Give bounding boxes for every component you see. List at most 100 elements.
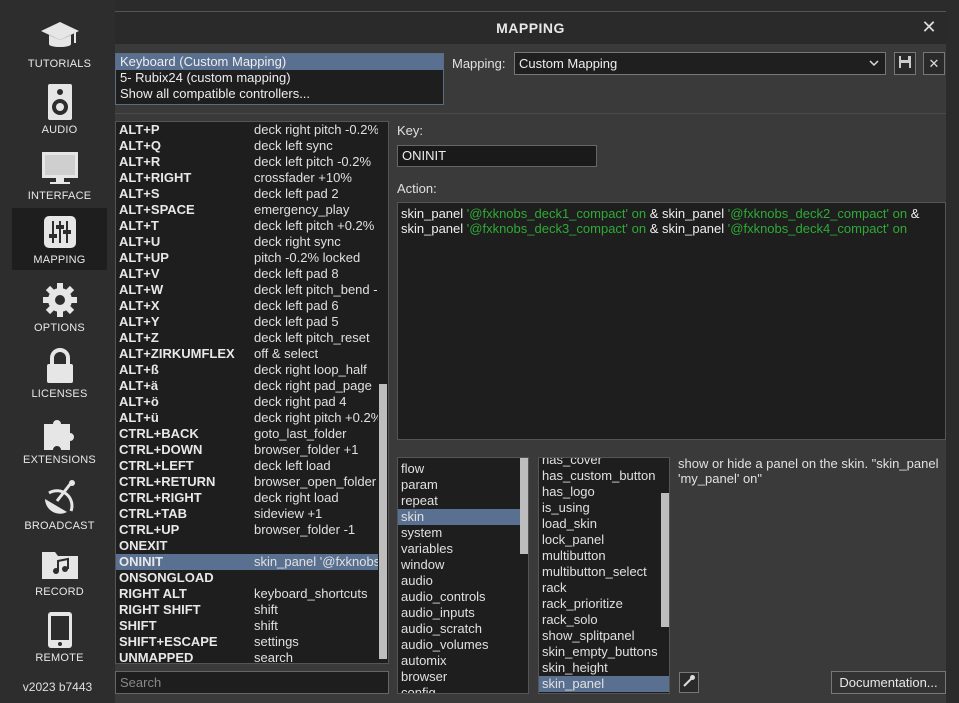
key-mapping-row[interactable]: CTRL+UP browser_folder -1: [116, 522, 388, 538]
action-editor[interactable]: skin_panel '@fxknobs_deck1_compact' on &…: [397, 202, 946, 440]
key-mapping-row[interactable]: ALT+U deck right sync: [116, 234, 388, 250]
key-mapping-row[interactable]: RIGHT SHIFT shift: [116, 602, 388, 618]
verb-item[interactable]: has_cover: [539, 458, 669, 468]
controller-item[interactable]: Show all compatible controllers...: [116, 86, 443, 102]
verb-item[interactable]: skin_height: [539, 660, 669, 676]
verb-item[interactable]: multibutton_select: [539, 564, 669, 580]
category-item[interactable]: audio_inputs: [398, 605, 528, 621]
close-button[interactable]: ✕: [920, 18, 938, 36]
sidebar-item-remote[interactable]: REMOTE: [12, 606, 107, 668]
sidebar-item-licenses[interactable]: LICENSES: [12, 342, 107, 404]
category-item[interactable]: window: [398, 557, 528, 573]
key-mapping-row[interactable]: ALT+ZIRKUMFLEX off & select: [116, 346, 388, 362]
sidebar-item-audio[interactable]: AUDIO: [12, 78, 107, 140]
key-mapping-row[interactable]: ALT+ö deck right pad 4: [116, 394, 388, 410]
category-item[interactable]: param: [398, 477, 528, 493]
key-field[interactable]: ONINIT: [397, 145, 597, 167]
controller-item[interactable]: Keyboard (Custom Mapping): [116, 54, 443, 70]
verb-item[interactable]: rack_prioritize: [539, 596, 669, 612]
key-mapping-row[interactable]: ONSONGLOAD: [116, 570, 388, 586]
verb-item[interactable]: multibutton: [539, 548, 669, 564]
verb-item[interactable]: show_splitpanel: [539, 628, 669, 644]
key-mapping-row[interactable]: CTRL+BACK goto_last_folder: [116, 426, 388, 442]
verb-scroll-thumb[interactable]: [661, 493, 669, 627]
category-item[interactable]: flow: [398, 461, 528, 477]
category-item[interactable]: system: [398, 525, 528, 541]
key-name: ALT+U: [119, 234, 161, 249]
key-mapping-row[interactable]: ALT+RIGHT crossfader +10%: [116, 170, 388, 186]
key-mapping-row[interactable]: ALT+Q deck left sync: [116, 138, 388, 154]
category-item[interactable]: browser: [398, 669, 528, 685]
key-mapping-row[interactable]: ALT+S deck left pad 2: [116, 186, 388, 202]
key-mapping-row[interactable]: ALT+SPACE emergency_play: [116, 202, 388, 218]
category-item[interactable]: config: [398, 685, 528, 693]
key-mapping-row[interactable]: CTRL+LEFT deck left load: [116, 458, 388, 474]
sidebar-item-extensions[interactable]: EXTENSIONS: [12, 408, 107, 470]
key-mapping-row[interactable]: SHIFT shift: [116, 618, 388, 634]
key-mapping-row[interactable]: ALT+R deck left pitch -0.2%: [116, 154, 388, 170]
sidebar-item-broadcast[interactable]: BROADCAST: [12, 474, 107, 536]
key-mapping-row[interactable]: ONINIT skin_panel '@fxknobs_deck1_compact…: [116, 554, 388, 570]
category-item[interactable]: audio_scratch: [398, 621, 528, 637]
key-mapping-row[interactable]: CTRL+RETURN browser_open_folder: [116, 474, 388, 490]
key-mapping-row[interactable]: ALT+T deck left pitch +0.2%: [116, 218, 388, 234]
search-input[interactable]: Search: [115, 671, 389, 694]
key-name: CTRL+BACK: [119, 426, 199, 441]
verb-item[interactable]: rack: [539, 580, 669, 596]
verb-item[interactable]: rack_solo: [539, 612, 669, 628]
monitor-icon: [40, 148, 80, 188]
category-item[interactable]: variables: [398, 541, 528, 557]
sidebar-item-mapping[interactable]: MAPPING: [12, 208, 107, 270]
verb-item[interactable]: skin_panel: [539, 676, 669, 692]
sidebar-item-record[interactable]: RECORD: [12, 540, 107, 602]
key-mapping-row[interactable]: ALT+W deck left pitch_bend -: [116, 282, 388, 298]
verb-list[interactable]: has_cover has_custom_button has_logo is_usi…: [538, 457, 670, 694]
sidebar-item-tutorials[interactable]: TUTORIALS: [12, 12, 107, 74]
key-action: deck right pad 4: [254, 394, 347, 409]
category-item[interactable]: audio: [398, 573, 528, 589]
mapping-dropdown[interactable]: Custom Mapping: [514, 52, 886, 75]
speaker-icon: [40, 82, 80, 122]
key-mapping-row[interactable]: ALT+ä deck right pad_page: [116, 378, 388, 394]
key-mapping-row[interactable]: ONEXIT: [116, 538, 388, 554]
documentation-button[interactable]: Documentation...: [831, 671, 946, 694]
controller-item[interactable]: 5- Rubix24 (custom mapping): [116, 70, 443, 86]
category-item[interactable]: automix: [398, 653, 528, 669]
key-mapping-row[interactable]: CTRL+TAB sideview +1: [116, 506, 388, 522]
category-item[interactable]: skin: [398, 509, 528, 525]
key-mapping-row[interactable]: ALT+ü deck right pitch +0.2%: [116, 410, 388, 426]
sidebar-item-label: TUTORIALS: [27, 58, 92, 70]
save-button[interactable]: [894, 52, 916, 75]
key-mapping-list[interactable]: ALT+P deck right pitch -0.2% ALT+Q deck lef…: [115, 121, 389, 664]
key-mapping-row[interactable]: UNMAPPED search: [116, 650, 388, 663]
picker-button[interactable]: [679, 672, 699, 693]
category-item[interactable]: audio_volumes: [398, 637, 528, 653]
verb-item[interactable]: is_using: [539, 500, 669, 516]
key-mapping-row[interactable]: SHIFT+ESCAPE settings: [116, 634, 388, 650]
verb-item[interactable]: has_logo: [539, 484, 669, 500]
controller-list[interactable]: Keyboard (Custom Mapping) 5- Rubix24 (cu…: [115, 53, 444, 105]
verb-item[interactable]: skin_empty_buttons: [539, 644, 669, 660]
category-list[interactable]: flow param repeat skin system variables window…: [397, 457, 529, 694]
verb-item[interactable]: has_custom_button: [539, 468, 669, 484]
sidebar-item-options[interactable]: OPTIONS: [12, 276, 107, 338]
verb-item[interactable]: load_skin: [539, 516, 669, 532]
verb-item[interactable]: lock_panel: [539, 532, 669, 548]
key-mapping-row[interactable]: CTRL+DOWN browser_folder +1: [116, 442, 388, 458]
key-mapping-row[interactable]: ALT+Y deck left pad 5: [116, 314, 388, 330]
key-mapping-row[interactable]: ALT+Z deck left pitch_reset: [116, 330, 388, 346]
key-list-scroll-thumb[interactable]: [379, 384, 387, 659]
category-item[interactable]: repeat: [398, 493, 528, 509]
key-mapping-row[interactable]: ALT+P deck right pitch -0.2%: [116, 122, 388, 138]
category-scroll-thumb[interactable]: [520, 458, 528, 554]
delete-mapping-button[interactable]: ✕: [923, 52, 945, 75]
category-item[interactable]: audio_controls: [398, 589, 528, 605]
key-mapping-row[interactable]: ALT+ß deck right loop_half: [116, 362, 388, 378]
sidebar-item-interface[interactable]: INTERFACE: [12, 144, 107, 206]
key-mapping-row[interactable]: ALT+V deck left pad 8: [116, 266, 388, 282]
key-mapping-row[interactable]: ALT+UP pitch -0.2% locked: [116, 250, 388, 266]
chevron-down-icon: [869, 53, 879, 82]
key-mapping-row[interactable]: CTRL+RIGHT deck right load: [116, 490, 388, 506]
key-mapping-row[interactable]: ALT+X deck left pad 6: [116, 298, 388, 314]
key-mapping-row[interactable]: RIGHT ALT keyboard_shortcuts: [116, 586, 388, 602]
